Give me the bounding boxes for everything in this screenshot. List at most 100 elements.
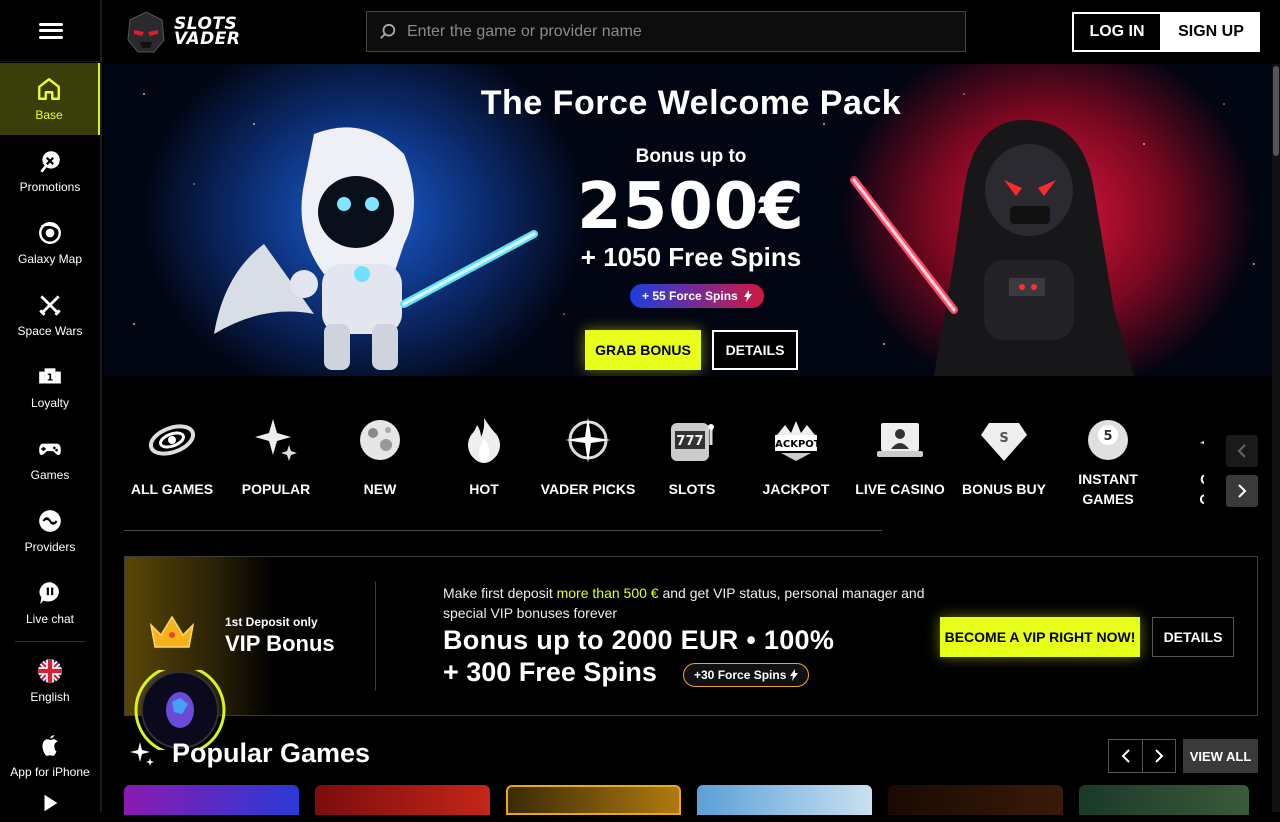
grab-bonus-button[interactable]: GRAB BONUS <box>585 330 701 370</box>
sidebar-item-live-chat[interactable]: Live chat <box>0 567 100 639</box>
category-label: POPULAR <box>241 481 311 497</box>
category-live-casino[interactable]: LIVE CASINO <box>848 415 952 531</box>
category-label: CRASH GAMES <box>1190 469 1204 509</box>
vip-force-spins-badge: +30 Force Spins <box>683 663 810 687</box>
app-label: App for iPhone <box>10 765 90 779</box>
game-thumbnail[interactable] <box>888 785 1063 815</box>
brand-wordmark: SLOTS VADER <box>174 16 241 49</box>
hero-details-button[interactable]: DETAILS <box>712 330 798 370</box>
play-icon <box>44 794 58 812</box>
vip-divider <box>375 581 376 691</box>
sidebar-item-games[interactable]: Games <box>0 423 100 495</box>
signup-button[interactable]: SIGN UP <box>1162 12 1260 52</box>
language-label: English <box>30 690 70 704</box>
vip-bonus-amount: Bonus up to 2000 EUR • 100% <box>443 625 835 655</box>
category-bonus-buy[interactable]: S BONUS BUY <box>952 415 1056 531</box>
search-icon <box>380 23 396 39</box>
android-app-link[interactable] <box>0 792 100 822</box>
language-selector[interactable]: English <box>0 642 100 720</box>
become-vip-button[interactable]: BECOME A VIP RIGHT NOW! <box>940 617 1140 657</box>
vip-force-spins-text: +30 Force Spins <box>694 668 787 682</box>
lightning-icon <box>790 669 799 681</box>
uk-flag-icon <box>38 659 62 683</box>
page-scrollbar[interactable] <box>1272 64 1280 812</box>
hero-spins: + 1050 Free Spins <box>580 242 802 272</box>
jackpot-icon: JACKPOT <box>771 421 821 461</box>
svg-text:JACKPOT: JACKPOT <box>771 439 821 450</box>
gamepad-icon <box>39 443 61 455</box>
crash-icon <box>1200 440 1204 445</box>
sidebar: Base Promotions Galaxy Map Space Wars 1 … <box>0 0 102 812</box>
login-button[interactable]: LOG IN <box>1072 12 1162 52</box>
category-label: JACKPOT <box>762 481 830 497</box>
category-all-games[interactable]: ALL GAMES <box>120 415 224 531</box>
game-thumbnail[interactable] <box>124 785 299 815</box>
vip-title: VIP Bonus <box>225 631 335 656</box>
hero-title: The Force Welcome Pack <box>480 84 902 122</box>
search-box[interactable] <box>366 11 966 52</box>
game-thumbnail[interactable] <box>315 785 490 815</box>
game-thumbnail[interactable] <box>1079 785 1249 815</box>
category-new[interactable]: NEW <box>328 415 432 531</box>
popular-prev-button[interactable] <box>1109 740 1142 772</box>
game-thumbnail[interactable] <box>506 785 681 815</box>
crown-icon <box>149 615 195 648</box>
category-vader-picks[interactable]: VADER PICKS <box>536 415 640 531</box>
category-popular[interactable]: POPULAR <box>224 415 328 531</box>
menu-button[interactable] <box>0 0 102 62</box>
sidebar-item-label: Providers <box>24 540 76 554</box>
brand-logo[interactable]: SLOTS VADER <box>126 10 240 54</box>
search-input[interactable] <box>407 22 947 41</box>
sidebar-item-galaxy-map[interactable]: Galaxy Map <box>0 207 100 279</box>
category-scroll-prev[interactable] <box>1226 435 1258 467</box>
category-scroll-next[interactable] <box>1226 475 1258 507</box>
galaxy-map-icon <box>39 222 61 244</box>
loyalty-icon: 1 <box>39 368 61 384</box>
category-hot[interactable]: HOT <box>432 415 536 531</box>
hero-subtitle: Bonus up to <box>635 146 747 167</box>
app-iphone-link[interactable]: App for iPhone <box>0 720 100 792</box>
hamburger-icon <box>39 22 63 39</box>
category-jackpot[interactable]: JACKPOT JACKPOT <box>744 415 848 531</box>
planet-icon <box>360 420 400 460</box>
sidebar-item-label: Promotions <box>19 180 81 194</box>
view-all-button[interactable]: VIEW ALL <box>1183 739 1258 773</box>
sidebar-item-label: Space Wars <box>17 324 83 338</box>
lightning-icon <box>743 290 752 302</box>
sidebar-item-space-wars[interactable]: Space Wars <box>0 279 100 351</box>
svg-text:777: 777 <box>676 434 703 449</box>
category-label: ALL GAMES <box>130 481 214 497</box>
sidebar-item-label: Games <box>30 468 70 482</box>
category-slots[interactable]: 777 SLOTS <box>640 415 744 531</box>
sidebar-nav: Base Promotions Galaxy Map Space Wars 1 … <box>0 63 100 822</box>
vip-desc-text: Make first deposit <box>443 585 557 601</box>
chevron-right-icon <box>1238 484 1247 498</box>
diamond-icon: S <box>981 423 1027 461</box>
force-spins-badge: + 55 Force Spins <box>630 284 764 308</box>
category-instant-games[interactable]: 5 INSTANT GAMES <box>1056 415 1160 531</box>
sidebar-item-label: Loyalty <box>30 396 70 410</box>
slot-machine-icon: 777 <box>671 423 714 461</box>
brand-line2: VADER <box>174 29 241 49</box>
game-thumbnail[interactable] <box>697 785 872 815</box>
sidebar-item-loyalty[interactable]: 1 Loyalty <box>0 351 100 423</box>
vip-desc-highlight: more than 500 € <box>556 585 659 601</box>
chevron-right-icon <box>1155 749 1164 763</box>
vip-details-button[interactable]: DETAILS <box>1152 617 1234 657</box>
category-crash-games[interactable]: CRASH GAMES <box>1160 415 1204 531</box>
compass-star-icon <box>565 417 611 463</box>
home-icon <box>38 78 60 100</box>
scrollbar-thumb[interactable] <box>1273 66 1279 156</box>
popular-next-button[interactable] <box>1142 740 1175 772</box>
popular-sparkle-icon <box>130 742 154 766</box>
vip-free-spins: + 300 Free Spins <box>443 657 657 687</box>
auth-buttons: LOG IN SIGN UP <box>1072 12 1260 52</box>
category-label: VADER PICKS <box>540 481 636 497</box>
force-spins-text: + 55 Force Spins <box>642 289 738 303</box>
hero-amount: 2500€ <box>577 170 805 244</box>
sidebar-item-promotions[interactable]: Promotions <box>0 135 100 207</box>
sidebar-item-providers[interactable]: Providers <box>0 495 100 567</box>
popular-games-title: Popular Games <box>172 738 371 768</box>
sidebar-item-base[interactable]: Base <box>0 63 100 135</box>
ball-icon: 5 <box>1088 420 1128 460</box>
